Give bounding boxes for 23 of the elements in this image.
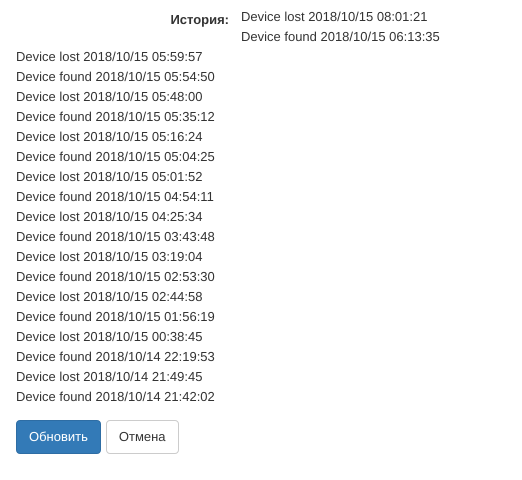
history-entry: Device found 2018/10/15 01:56:19 (16, 309, 215, 324)
history-entry: Device found 2018/10/15 05:54:50 (16, 69, 215, 84)
history-entry: Device lost 2018/10/15 00:38:45 (16, 329, 202, 344)
history-entry: Device found 2018/10/14 21:42:02 (16, 389, 215, 404)
refresh-button[interactable]: Обновить (16, 420, 101, 454)
history-entry: Device lost 2018/10/15 04:25:34 (16, 209, 202, 224)
cancel-button[interactable]: Отмена (106, 420, 179, 454)
history-entry: Device lost 2018/10/15 02:44:58 (16, 289, 202, 304)
history-entry: Device lost 2018/10/15 05:16:24 (16, 129, 202, 144)
history-entry: Device found 2018/10/15 03:43:48 (16, 229, 215, 244)
history-entry: Device found 2018/10/15 05:35:12 (16, 109, 215, 124)
history-entry: Device found 2018/10/15 06:13:35 (241, 29, 440, 44)
history-entry: Device lost 2018/10/15 05:59:57 (16, 49, 202, 64)
history-entry: Device lost 2018/10/14 21:49:45 (16, 369, 202, 384)
history-entry: Device lost 2018/10/15 05:48:00 (16, 89, 202, 104)
history-entry: Device lost 2018/10/15 05:01:52 (16, 169, 202, 184)
history-entry: Device found 2018/10/15 05:04:25 (16, 149, 215, 164)
history-entry: Device found 2018/10/15 02:53:30 (16, 269, 215, 284)
history-label: История: (170, 11, 229, 29)
history-entry: Device found 2018/10/14 22:19:53 (16, 349, 215, 364)
history-entry: Device lost 2018/10/15 03:19:04 (16, 249, 202, 264)
history-entry: Device lost 2018/10/15 08:01:21 (241, 9, 428, 24)
history-entry: Device found 2018/10/15 04:54:11 (16, 189, 214, 204)
